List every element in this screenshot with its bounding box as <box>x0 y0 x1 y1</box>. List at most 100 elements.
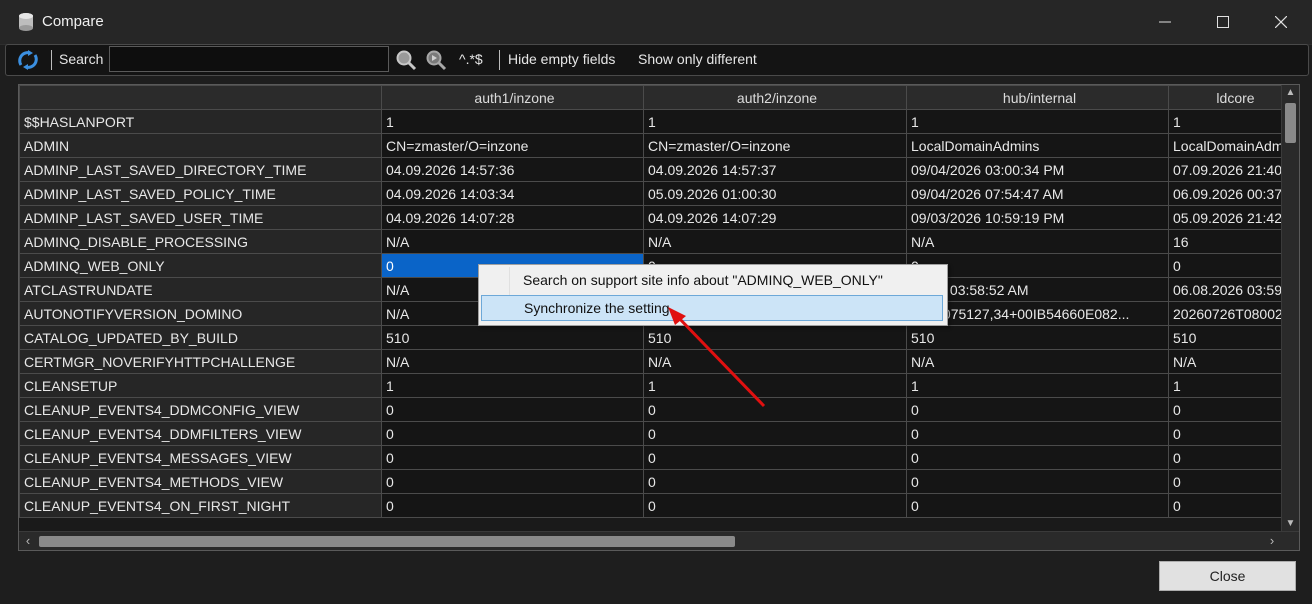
setting-value-cell[interactable]: 04.09.2026 14:07:28 <box>381 205 644 230</box>
setting-value-cell[interactable]: 0 <box>381 469 644 494</box>
setting-value-cell[interactable]: 0 <box>643 445 907 470</box>
setting-value-cell[interactable]: 0 <box>1168 493 1299 518</box>
setting-name-cell[interactable]: ADMINP_LAST_SAVED_DIRECTORY_TIME <box>19 157 382 182</box>
setting-value-cell[interactable]: 0 <box>906 493 1169 518</box>
setting-value-cell[interactable]: 1 <box>906 109 1169 134</box>
table-row[interactable]: ADMINP_LAST_SAVED_DIRECTORY_TIME 04.09.20… <box>19 157 1299 182</box>
setting-value-cell[interactable]: 0 <box>1168 397 1299 422</box>
setting-value-cell[interactable]: 05.09.2026 01:00:30 <box>643 181 907 206</box>
search-next-icon[interactable] <box>425 49 447 71</box>
setting-value-cell[interactable]: N/A <box>906 229 1169 254</box>
scroll-left-icon[interactable]: ‹ <box>19 532 37 550</box>
setting-value-cell[interactable]: 0 <box>643 397 907 422</box>
setting-value-cell[interactable]: 0 <box>643 469 907 494</box>
table-row[interactable]: ADMINP_LAST_SAVED_POLICY_TIME 04.09.2026 … <box>19 181 1299 206</box>
setting-name-cell[interactable]: CLEANUP_EVENTS4_MESSAGES_VIEW <box>19 445 382 470</box>
setting-name-cell[interactable]: ADMINQ_WEB_ONLY <box>19 253 382 278</box>
setting-value-cell[interactable]: CN=zmaster/O=inzone <box>381 133 644 158</box>
setting-value-cell[interactable]: 04.09.2026 14:03:34 <box>381 181 644 206</box>
table-row[interactable]: CERTMGR_NOVERIFYHTTPCHALLENGE N/A N/A N/A N/… <box>19 349 1299 374</box>
setting-value-cell[interactable]: 0 <box>1168 445 1299 470</box>
setting-value-cell[interactable]: 07.09.2026 21:40 <box>1168 157 1299 182</box>
setting-value-cell[interactable]: 0 <box>1168 253 1299 278</box>
horizontal-scrollbar[interactable]: ‹ › <box>19 531 1299 550</box>
table-row[interactable]: CLEANUP_EVENTS4_MESSAGES_VIEW 0 0 0 0 <box>19 445 1299 470</box>
horizontal-scroll-thumb[interactable] <box>39 536 735 547</box>
setting-value-cell[interactable]: LocalDomainAdmi <box>1168 133 1299 158</box>
close-window-button[interactable] <box>1252 0 1310 44</box>
table-row[interactable]: $$HASLANPORT 1 1 1 1 <box>19 109 1299 134</box>
setting-value-cell[interactable]: 20260726T08002 <box>1168 301 1299 326</box>
setting-value-cell[interactable]: 1 <box>906 373 1169 398</box>
setting-value-cell[interactable]: 04.09.2026 14:07:29 <box>643 205 907 230</box>
table-row[interactable]: ADMIN CN=zmaster/O=inzone CN=zmaster/O=inz… <box>19 133 1299 158</box>
setting-value-cell[interactable]: 0 <box>906 469 1169 494</box>
setting-name-cell[interactable]: $$HASLANPORT <box>19 109 382 134</box>
menu-item-search-support[interactable]: Search on support site info about "ADMIN… <box>481 267 943 293</box>
table-row[interactable]: ADMINP_LAST_SAVED_USER_TIME 04.09.2026 14… <box>19 205 1299 230</box>
setting-value-cell[interactable]: 06.08.2026 03:59 <box>1168 277 1299 302</box>
setting-name-cell[interactable]: CERTMGR_NOVERIFYHTTPCHALLENGE <box>19 349 382 374</box>
menu-item-synchronize-setting[interactable]: Synchronize the setting <box>481 295 943 321</box>
scroll-down-icon[interactable]: ▼ <box>1282 516 1299 532</box>
setting-name-cell[interactable]: ADMINQ_DISABLE_PROCESSING <box>19 229 382 254</box>
setting-value-cell[interactable]: 0 <box>381 493 644 518</box>
setting-value-cell[interactable]: 1 <box>643 373 907 398</box>
setting-value-cell[interactable]: 0 <box>906 445 1169 470</box>
setting-name-cell[interactable]: CLEANUP_EVENTS4_ON_FIRST_NIGHT <box>19 493 382 518</box>
regex-toggle[interactable]: ^.*$ <box>459 51 483 67</box>
setting-name-cell[interactable]: CLEANSETUP <box>19 373 382 398</box>
setting-value-cell[interactable]: 05.09.2026 21:42 <box>1168 205 1299 230</box>
setting-name-cell[interactable]: ADMINP_LAST_SAVED_POLICY_TIME <box>19 181 382 206</box>
setting-value-cell[interactable]: 510 <box>1168 325 1299 350</box>
setting-value-cell[interactable]: 510 <box>906 325 1169 350</box>
scroll-up-icon[interactable]: ▲ <box>1282 85 1299 101</box>
column-header[interactable]: hub/internal <box>906 85 1169 110</box>
table-row[interactable]: CLEANUP_EVENTS4_METHODS_VIEW 0 0 0 0 <box>19 469 1299 494</box>
setting-value-cell[interactable]: 1 <box>1168 373 1299 398</box>
setting-value-cell[interactable]: 09/04/2026 07:54:47 AM <box>906 181 1169 206</box>
search-input[interactable] <box>109 46 389 72</box>
setting-value-cell[interactable]: LocalDomainAdmins <box>906 133 1169 158</box>
column-header[interactable]: auth2/inzone <box>643 85 907 110</box>
setting-value-cell[interactable]: 0 <box>1168 469 1299 494</box>
vertical-scroll-thumb[interactable] <box>1285 103 1296 143</box>
setting-value-cell[interactable]: 510 <box>643 325 907 350</box>
maximize-button[interactable] <box>1194 0 1252 44</box>
scroll-right-icon[interactable]: › <box>1263 532 1281 550</box>
refresh-icon[interactable] <box>16 49 40 71</box>
setting-value-cell[interactable]: 0 <box>643 421 907 446</box>
setting-name-cell[interactable]: CLEANUP_EVENTS4_METHODS_VIEW <box>19 469 382 494</box>
setting-value-cell[interactable]: 16 <box>1168 229 1299 254</box>
setting-name-cell[interactable]: ADMINP_LAST_SAVED_USER_TIME <box>19 205 382 230</box>
setting-value-cell[interactable]: 0 <box>906 397 1169 422</box>
setting-value-cell[interactable]: 1 <box>381 373 644 398</box>
setting-value-cell[interactable]: 1 <box>1168 109 1299 134</box>
setting-name-cell[interactable]: ATCLASTRUNDATE <box>19 277 382 302</box>
setting-value-cell[interactable]: N/A <box>906 349 1169 374</box>
show-only-different-toggle[interactable]: Show only different <box>638 51 757 67</box>
table-row[interactable]: ADMINQ_DISABLE_PROCESSING N/A N/A N/A 16 <box>19 229 1299 254</box>
table-row[interactable]: CLEANUP_EVENTS4_DDMCONFIG_VIEW 0 0 0 0 <box>19 397 1299 422</box>
setting-value-cell[interactable]: 1 <box>643 109 907 134</box>
column-header[interactable]: ldcore <box>1168 85 1299 110</box>
minimize-button[interactable] <box>1136 0 1194 44</box>
setting-name-cell[interactable]: CLEANUP_EVENTS4_DDMFILTERS_VIEW <box>19 421 382 446</box>
setting-value-cell[interactable]: 06.09.2026 00:37 <box>1168 181 1299 206</box>
setting-value-cell[interactable]: 0 <box>1168 421 1299 446</box>
setting-value-cell[interactable]: 09/04/2026 03:00:34 PM <box>906 157 1169 182</box>
setting-name-cell[interactable]: ADMIN <box>19 133 382 158</box>
setting-value-cell[interactable]: 0 <box>381 397 644 422</box>
setting-name-cell[interactable]: CLEANUP_EVENTS4_DDMCONFIG_VIEW <box>19 397 382 422</box>
search-icon[interactable] <box>395 49 417 71</box>
setting-value-cell[interactable]: 0 <box>906 421 1169 446</box>
setting-value-cell[interactable]: 1 <box>381 109 644 134</box>
vertical-scrollbar[interactable]: ▲ ▼ <box>1281 85 1299 532</box>
setting-value-cell[interactable]: 04.09.2026 14:57:37 <box>643 157 907 182</box>
table-row[interactable]: CLEANUP_EVENTS4_DDMFILTERS_VIEW 0 0 0 0 <box>19 421 1299 446</box>
table-row[interactable]: CLEANSETUP 1 1 1 1 <box>19 373 1299 398</box>
setting-value-cell[interactable]: 04.09.2026 14:57:36 <box>381 157 644 182</box>
table-row[interactable]: CATALOG_UPDATED_BY_BUILD 510 510 510 510 <box>19 325 1299 350</box>
setting-value-cell[interactable]: N/A <box>643 229 907 254</box>
setting-value-cell[interactable]: 09/03/2026 10:59:19 PM <box>906 205 1169 230</box>
